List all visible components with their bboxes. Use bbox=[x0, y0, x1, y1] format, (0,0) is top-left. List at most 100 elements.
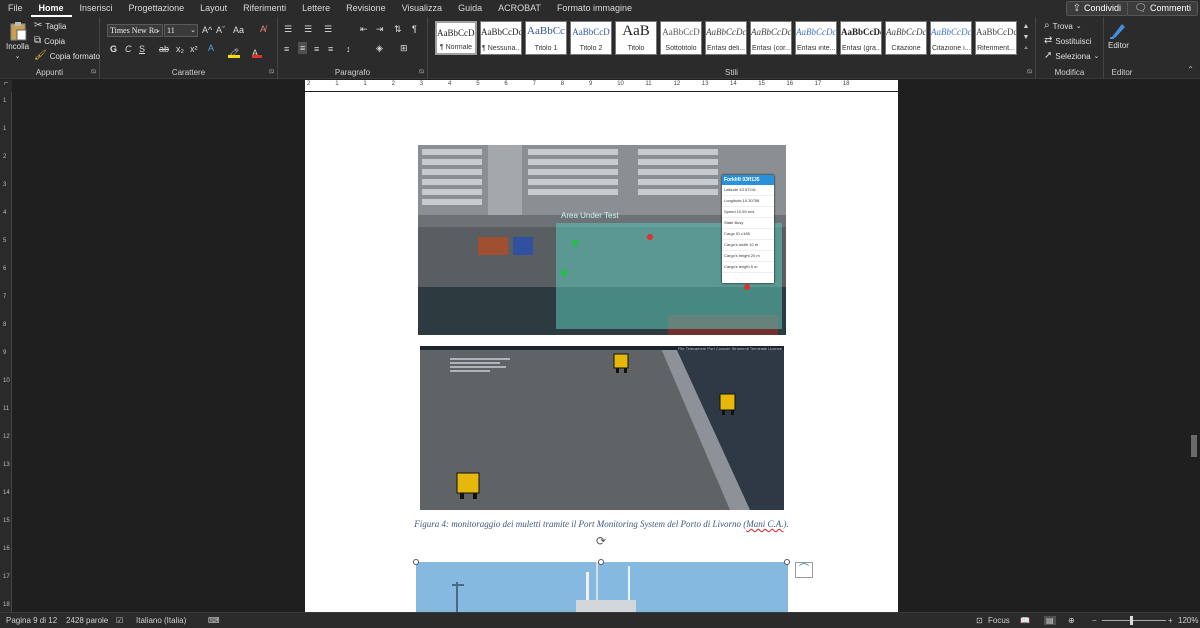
tab-design[interactable]: Progettazione bbox=[121, 0, 193, 17]
page-count[interactable]: Pagina 9 di 12 bbox=[6, 616, 57, 625]
tab-acrobat[interactable]: ACROBAT bbox=[490, 0, 549, 17]
strikethrough-button[interactable]: ab bbox=[159, 44, 169, 54]
zoom-in-icon[interactable]: + bbox=[1168, 616, 1173, 625]
line-spacing-icon[interactable]: ↕ bbox=[346, 44, 351, 54]
tab-insert[interactable]: Inserisci bbox=[72, 0, 121, 17]
paste-button[interactable]: Incolla ⌄ bbox=[6, 21, 29, 60]
font-color-button[interactable]: A bbox=[252, 43, 266, 61]
proofing-icon[interactable]: ☑ bbox=[116, 616, 123, 625]
selected-image[interactable] bbox=[416, 562, 788, 612]
bullets-icon[interactable]: ☰ bbox=[284, 24, 292, 35]
align-right-icon[interactable]: ≡ bbox=[314, 44, 319, 54]
camera-view-image[interactable]: File Telecamere Port Console Strumenti T… bbox=[420, 346, 784, 510]
style-tile[interactable]: AaB Titolo bbox=[615, 21, 657, 55]
dialog-launcher-icon[interactable]: ⧅ bbox=[1028, 68, 1032, 76]
resize-handle[interactable] bbox=[413, 559, 419, 565]
tab-review[interactable]: Revisione bbox=[338, 0, 394, 17]
chevron-down-icon[interactable]: ▼ bbox=[1020, 32, 1032, 43]
print-layout-icon[interactable]: ▤ bbox=[1044, 616, 1056, 625]
gallery-more-icon[interactable]: ⩡ bbox=[1020, 43, 1032, 54]
change-case-button[interactable]: Aa bbox=[233, 25, 244, 35]
cut-button[interactable]: ✂ Taglia bbox=[34, 21, 66, 31]
zoom-slider[interactable] bbox=[1102, 620, 1166, 621]
zoom-slider-thumb[interactable] bbox=[1130, 616, 1133, 625]
tab-layout[interactable]: Layout bbox=[192, 0, 235, 17]
superscript-button[interactable]: x² bbox=[190, 44, 198, 54]
figure-caption[interactable]: Figura 4: monitoraggio dei muletti trami… bbox=[305, 519, 898, 529]
style-tile[interactable]: AaBbCcDc Enfasi deli... bbox=[705, 21, 747, 55]
style-tile[interactable]: AaBbCcDc Citazione i... bbox=[930, 21, 972, 55]
tab-references[interactable]: Riferimenti bbox=[235, 0, 294, 17]
zoom-level[interactable]: 120% bbox=[1178, 616, 1198, 625]
style-tile[interactable]: AaBbCcDc Enfasi (cor... bbox=[750, 21, 792, 55]
document-area[interactable]: Area Under Test Forklift 03ff135 Latitud… bbox=[12, 92, 1188, 612]
underline-button[interactable]: S bbox=[139, 44, 145, 54]
tab-mailings[interactable]: Lettere bbox=[294, 0, 338, 17]
word-count[interactable]: 2428 parole bbox=[66, 616, 108, 625]
style-tile[interactable]: AaBbCcDc Enfasi (gra... bbox=[840, 21, 882, 55]
dialog-launcher-icon[interactable]: ⧅ bbox=[420, 68, 424, 76]
align-left-icon[interactable]: ≡ bbox=[284, 44, 289, 54]
style-tile[interactable]: AaBbCcD Titolo 2 bbox=[570, 21, 612, 55]
web-layout-icon[interactable]: ⊕ bbox=[1068, 616, 1075, 625]
dialog-launcher-icon[interactable]: ⧅ bbox=[270, 68, 274, 76]
tab-selector[interactable]: ⌐ bbox=[0, 80, 12, 92]
copy-button[interactable]: ⧉ Copia bbox=[34, 36, 65, 46]
sort-icon[interactable]: ⇅ bbox=[394, 24, 402, 35]
focus-icon[interactable]: ⊡ bbox=[976, 616, 983, 625]
highlight-button[interactable]: 🖍 bbox=[228, 43, 242, 61]
gallery-scroll[interactable]: ▲ ▼ ⩡ bbox=[1020, 21, 1032, 55]
tab-picture-format[interactable]: Formato immagine bbox=[549, 0, 640, 17]
zoom-out-icon[interactable]: − bbox=[1092, 616, 1097, 625]
language-status[interactable]: Italiano (Italia) bbox=[136, 616, 186, 625]
tab-view[interactable]: Visualizza bbox=[394, 0, 450, 17]
align-center-icon[interactable]: ≡ bbox=[298, 42, 308, 54]
select-button[interactable]: ➚ Seleziona ⌄ bbox=[1044, 51, 1099, 61]
replace-button[interactable]: ⇄ Sostituisci bbox=[1044, 36, 1091, 46]
font-size-select[interactable]: 11 ⌄ bbox=[164, 24, 198, 37]
editor-button[interactable]: Editor bbox=[1108, 21, 1129, 50]
shading-icon[interactable]: ◈ bbox=[376, 43, 383, 54]
focus-label[interactable]: Focus bbox=[988, 616, 1010, 625]
horizontal-ruler[interactable]: 2 1 1 2 3 4 5 6 7 8 9 10 11 12 13 14 15 16 17 18 bbox=[305, 80, 898, 91]
style-tile[interactable]: AaBbCcDc ¶ Nessuna... bbox=[480, 21, 522, 55]
resize-handle[interactable] bbox=[784, 559, 790, 565]
chevron-up-icon[interactable]: ▲ bbox=[1020, 21, 1032, 32]
shrink-font-button[interactable]: Aˇ bbox=[216, 25, 225, 35]
bold-button[interactable]: G bbox=[110, 44, 117, 54]
rotate-handle-icon[interactable]: ⟳ bbox=[596, 534, 606, 548]
collapse-ribbon-icon[interactable]: ⌃ bbox=[1187, 65, 1194, 74]
tab-home[interactable]: Home bbox=[30, 0, 72, 17]
text-effects-icon[interactable]: A bbox=[208, 43, 214, 53]
decrease-indent-icon[interactable]: ⇤ bbox=[360, 24, 368, 35]
increase-indent-icon[interactable]: ⇥ bbox=[376, 24, 384, 35]
borders-icon[interactable]: ⊞ bbox=[400, 43, 408, 54]
dialog-launcher-icon[interactable]: ⧅ bbox=[92, 68, 96, 76]
style-tile[interactable]: AaBbCc Titolo 1 bbox=[525, 21, 567, 55]
subscript-button[interactable]: x₂ bbox=[176, 44, 184, 54]
layout-options-icon[interactable]: ⌒ bbox=[795, 562, 813, 578]
italic-button[interactable]: C bbox=[125, 44, 132, 54]
justify-icon[interactable]: ≡ bbox=[328, 44, 333, 54]
clear-formatting-icon[interactable]: A̸ bbox=[260, 24, 266, 34]
accessibility-icon[interactable]: ⌨ bbox=[208, 616, 220, 625]
tab-file[interactable]: File bbox=[0, 0, 31, 17]
font-family-select[interactable]: Times New Ro ⌄ bbox=[107, 24, 163, 37]
vertical-ruler[interactable]: 112345678910111213141516171819 bbox=[0, 92, 12, 612]
port-map-image[interactable]: Area Under Test Forklift 03ff135 Latitud… bbox=[418, 145, 786, 335]
numbering-icon[interactable]: ☰ bbox=[304, 24, 312, 35]
style-tile[interactable]: AaBbCcDc ¶ Normale bbox=[435, 21, 477, 55]
vertical-scrollbar[interactable] bbox=[1188, 92, 1200, 612]
find-button[interactable]: ⌕ Trova ⌄ bbox=[1044, 21, 1082, 31]
multilevel-list-icon[interactable]: ☰ bbox=[324, 24, 332, 35]
pilcrow-icon[interactable]: ¶ bbox=[412, 24, 417, 34]
read-mode-icon[interactable]: 📖 bbox=[1020, 616, 1030, 625]
share-button[interactable]: ⇪ Condividi bbox=[1065, 1, 1128, 16]
tab-help[interactable]: Guida bbox=[450, 0, 490, 17]
style-tile[interactable]: AaBbCcDc Enfasi inte... bbox=[795, 21, 837, 55]
scrollbar-thumb[interactable] bbox=[1191, 435, 1197, 457]
style-tile[interactable]: AaBbCcD Sottotitolo bbox=[660, 21, 702, 55]
resize-handle[interactable] bbox=[598, 559, 604, 565]
forklift-info-popup[interactable]: Forklift 03ff135 Latitude 43.57241 Longit… bbox=[722, 175, 774, 283]
grow-font-button[interactable]: A^ bbox=[202, 25, 212, 35]
